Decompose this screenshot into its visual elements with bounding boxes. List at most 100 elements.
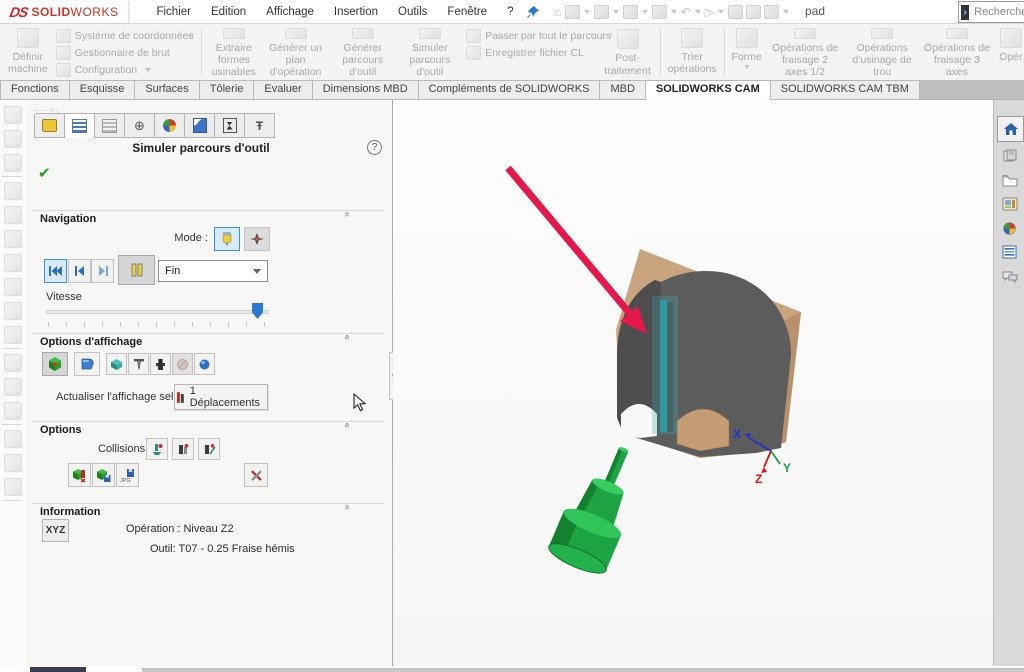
home-tab-button[interactable] <box>997 116 1024 142</box>
collision-rapid-button[interactable] <box>198 438 220 460</box>
left-tool-icon[interactable] <box>4 478 22 496</box>
forum-button[interactable] <box>997 264 1022 288</box>
gestionnaire-brut-button[interactable]: Gestionnaire de brut <box>56 46 194 60</box>
mode-tool-button[interactable] <box>214 227 240 251</box>
view-palette-button[interactable] <box>997 192 1022 216</box>
left-tool-icon[interactable] <box>4 430 22 448</box>
tab-evaluer[interactable]: Evaluer <box>254 80 312 100</box>
left-tool-icon[interactable] <box>4 378 22 396</box>
forme-button[interactable]: Forme <box>727 24 765 80</box>
generer-parcours-button[interactable]: Générer parcours d'outil <box>328 24 397 80</box>
tab-fonctions[interactable]: Fonctions <box>0 80 70 100</box>
left-tool-icon[interactable] <box>4 454 22 472</box>
tab-esquisse[interactable]: Esquisse <box>70 80 136 100</box>
menu-edition[interactable]: Edition <box>202 3 255 21</box>
menu-outils[interactable]: Outils <box>389 3 436 21</box>
operations-fraisage-2-button[interactable]: Opérations de fraisage 2 axes 1/2 <box>766 24 845 80</box>
left-tool-icon[interactable] <box>4 302 22 320</box>
holder-display-button[interactable] <box>150 353 171 375</box>
tab-dimensions-mbd[interactable]: Dimensions MBD <box>313 80 419 100</box>
select-dropdown-icon[interactable] <box>718 10 724 14</box>
left-tool-icon[interactable] <box>4 154 22 172</box>
information-section-header[interactable]: Information <box>40 506 101 518</box>
custom-properties-button[interactable] <box>997 240 1022 264</box>
save-icon[interactable] <box>623 5 638 19</box>
new-document-icon[interactable] <box>565 5 580 19</box>
file-explorer-button[interactable] <box>997 168 1022 192</box>
new-dropdown-icon[interactable] <box>584 10 590 14</box>
collapse-chevron-icon[interactable]: « <box>342 212 353 226</box>
left-tool-icon[interactable] <box>4 106 22 124</box>
menu-aide[interactable]: ? <box>498 3 522 21</box>
trier-operations-button[interactable]: Trier opérations <box>664 24 721 80</box>
collapse-chevron-icon[interactable]: « <box>342 505 353 519</box>
tab-surfaces[interactable]: Surfaces <box>135 80 199 100</box>
appearances-button[interactable] <box>997 216 1022 240</box>
property-manager-tab[interactable] <box>65 113 95 138</box>
rebuild-icon[interactable] <box>728 5 743 19</box>
left-tool-icon[interactable] <box>4 254 22 272</box>
options-section-header[interactable]: Options <box>40 424 82 436</box>
collapse-chevron-icon[interactable]: « <box>342 335 353 349</box>
display-section-header[interactable]: Options d'affichage <box>40 336 142 348</box>
menu-fichier[interactable]: Fichier <box>147 3 200 21</box>
collision-holder-button[interactable] <box>172 438 194 460</box>
left-tool-icon[interactable] <box>4 182 22 200</box>
undo-icon[interactable]: ↶ <box>681 6 691 18</box>
step-forward-button[interactable] <box>91 259 114 283</box>
help-icon[interactable]: ? <box>367 140 382 155</box>
menu-insertion[interactable]: Insertion <box>325 3 387 21</box>
left-tool-icon[interactable] <box>4 402 22 420</box>
pin-menu-icon[interactable] <box>526 5 540 19</box>
tool-display-button[interactable] <box>128 353 149 375</box>
go-to-start-button[interactable] <box>44 259 67 283</box>
configuration-dropdown-icon[interactable] <box>145 68 151 72</box>
operations-fraisage-3-button[interactable]: Opérations de fraisage 3 axes <box>920 24 994 80</box>
left-tool-icon[interactable] <box>4 354 22 372</box>
home-icon[interactable]: ⌂ <box>554 6 561 18</box>
tab-mbd[interactable]: MBD <box>600 80 645 100</box>
cam-operation-tree-tab[interactable] <box>215 113 245 138</box>
tab-solidworks-cam-tbm[interactable]: SOLIDWORKS CAM TBM <box>771 80 920 100</box>
save-simulation-button[interactable] <box>92 463 115 487</box>
save-dropdown-icon[interactable] <box>642 10 648 14</box>
open-icon[interactable] <box>594 5 609 19</box>
mode-turbo-button[interactable] <box>244 227 270 251</box>
file-properties-icon[interactable] <box>746 5 761 19</box>
operations-trou-button[interactable]: Opérations d'usinage de trou <box>844 24 920 80</box>
left-tool-icon[interactable] <box>4 206 22 224</box>
target-part-display-button[interactable] <box>74 352 100 376</box>
update-moves-button[interactable]: 1 Déplacements <box>174 384 268 410</box>
position-dropdown[interactable]: Fin <box>158 260 268 282</box>
post-traitement-button[interactable]: Post-traitement <box>598 24 657 80</box>
cam-tools-tab[interactable]: Ŧ <box>245 113 275 138</box>
tab-solidworks-cam[interactable]: SOLIDWORKS CAM <box>646 80 771 100</box>
fixture-display-button[interactable] <box>106 353 127 375</box>
section-view-button-disabled[interactable] <box>172 353 193 375</box>
stock-display-button[interactable] <box>42 352 68 376</box>
ok-button[interactable]: ✔ <box>38 164 51 182</box>
simulation-compare-button[interactable] <box>68 463 91 487</box>
design-library-button[interactable] <box>997 144 1022 168</box>
menu-affichage[interactable]: Affichage <box>257 3 323 21</box>
left-tool-icon[interactable] <box>4 130 22 148</box>
tab-complements[interactable]: Compléments de SOLIDWORKS <box>419 80 601 100</box>
systeme-coordonnees-button[interactable]: Système de coordonnées <box>56 29 194 43</box>
search-commands-icon[interactable]: › <box>961 5 969 20</box>
step-back-button[interactable] <box>68 259 91 283</box>
cam-feature-tree-tab[interactable] <box>185 113 215 138</box>
feature-manager-tab[interactable] <box>34 113 65 138</box>
definir-machine-button[interactable]: Définir machine <box>4 24 52 80</box>
display-manager-tab[interactable] <box>155 113 185 138</box>
simulation-options-button[interactable] <box>244 463 268 487</box>
simuler-parcours-button[interactable]: Simuler parcours d'outil <box>397 24 462 80</box>
pause-button[interactable] <box>118 255 155 285</box>
configuration-button[interactable]: Configuration <box>56 63 194 77</box>
left-tool-icon[interactable] <box>4 230 22 248</box>
xyz-position-button[interactable]: XYZ <box>42 519 69 542</box>
collapse-chevron-icon[interactable]: « <box>342 423 353 437</box>
select-icon[interactable]: ▷ <box>705 6 714 18</box>
print-dropdown-icon[interactable] <box>671 10 677 14</box>
dimxpert-manager-tab[interactable]: ⊕ <box>125 113 155 138</box>
tab-tolerie[interactable]: Tôlerie <box>200 80 255 100</box>
